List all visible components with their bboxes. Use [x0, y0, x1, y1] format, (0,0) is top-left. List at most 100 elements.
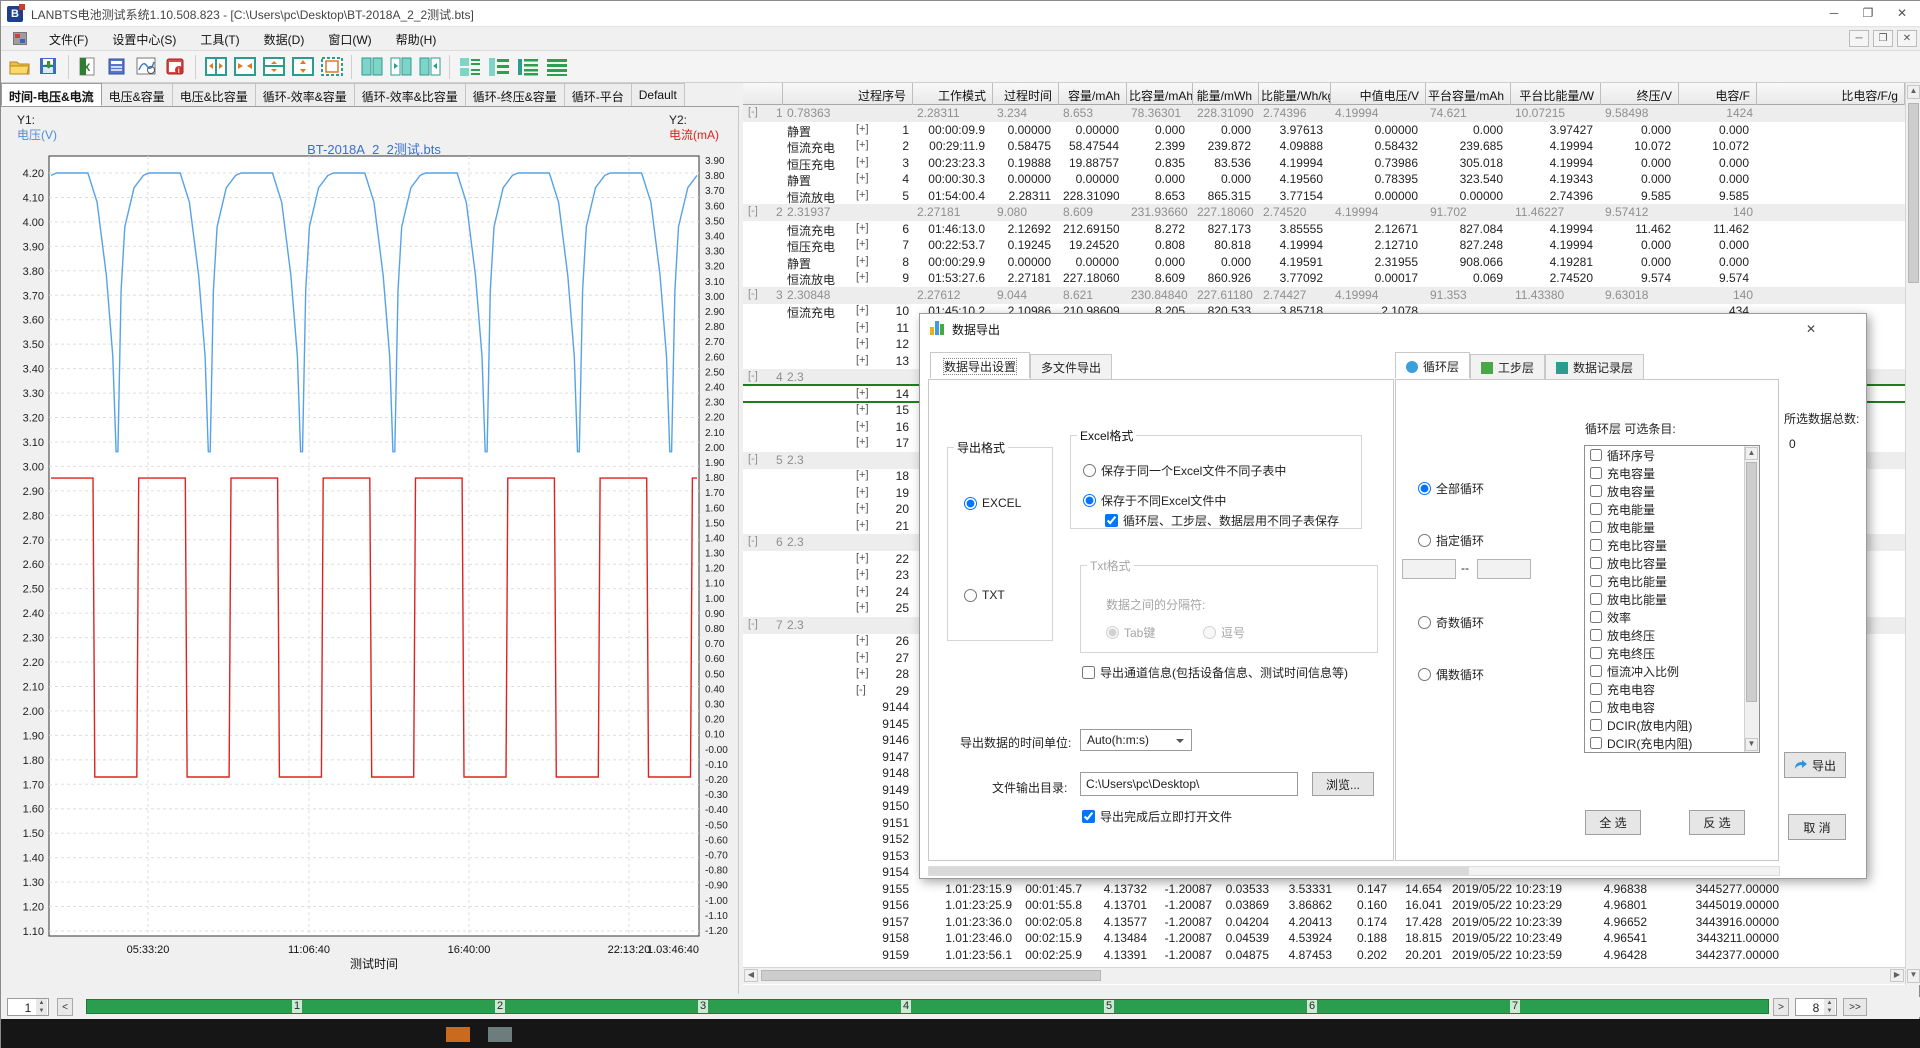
- v-scroll-thumb[interactable]: [1908, 103, 1919, 283]
- list-item-恒流冲入比例[interactable]: 恒流冲入比例: [1585, 662, 1759, 680]
- column-header-7[interactable]: 比能量/Wh/kg: [1259, 83, 1331, 105]
- time-unit-select[interactable]: Auto(h:m:s): [1080, 729, 1192, 751]
- column-header-10[interactable]: 平台比能量/W: [1511, 83, 1601, 105]
- item-checkbox[interactable]: [1590, 629, 1602, 641]
- table-row-5[interactable]: [+]5恒流放电01:54:00.42.28311228.310908.6538…: [743, 188, 1905, 205]
- taskbar-app-icon-2[interactable]: [488, 1027, 512, 1042]
- column-header-3[interactable]: 过程时间: [993, 83, 1059, 105]
- cycle-items-list[interactable]: 循环序号充电容量放电容量充电能量放电能量充电比容量放电比容量充电比能量放电比能量…: [1584, 445, 1760, 753]
- output-dir-input[interactable]: C:\Users\pc\Desktop\: [1080, 772, 1298, 796]
- collapse-icon[interactable]: [-]: [748, 205, 758, 217]
- chart-plot[interactable]: 4.204.104.003.903.803.703.603.503.403.30…: [1, 83, 739, 953]
- column-header-4[interactable]: 容量/mAh: [1059, 83, 1127, 105]
- radio-comma[interactable]: 逗号: [1203, 624, 1245, 641]
- cycle-range-start-input[interactable]: [1402, 559, 1456, 579]
- table-vertical-scrollbar[interactable]: ▲ ▼: [1905, 83, 1920, 985]
- list-item-放电容量[interactable]: 放电容量: [1585, 482, 1759, 500]
- maximize-button[interactable]: ❐: [1851, 1, 1885, 26]
- excel-export-icon[interactable]: X: [75, 54, 102, 80]
- expand-view-icon[interactable]: [289, 54, 316, 80]
- item-checkbox[interactable]: [1590, 449, 1602, 461]
- list-item-充电容量[interactable]: 充电容量: [1585, 464, 1759, 482]
- column-header-11[interactable]: 终压/V: [1601, 83, 1679, 105]
- radio-tab-key[interactable]: Tab键: [1106, 624, 1155, 641]
- table-row-9[interactable]: [+]9恒流放电01:53:27.62.27181227.180608.6098…: [743, 270, 1905, 287]
- column-header-13[interactable]: 比电容/F/g: [1757, 83, 1905, 105]
- page-last-button[interactable]: >>: [1843, 998, 1867, 1016]
- table-row-9156[interactable]: 91561.01:23:25.900:01:55.84.13701-1.2008…: [743, 897, 1905, 914]
- item-checkbox[interactable]: [1590, 539, 1602, 551]
- table-row-7[interactable]: [+]7恒压充电00:22:53.70.1924519.245200.80880…: [743, 237, 1905, 254]
- radio-different-excel-file[interactable]: 保存于不同Excel文件中: [1083, 492, 1226, 509]
- table-row-9157[interactable]: 91571.01:23:36.000:02:05.84.13577-1.2008…: [743, 914, 1905, 931]
- table-row-8[interactable]: [+]8静置00:00:29.90.000000.000000.0000.000…: [743, 254, 1905, 271]
- tab-cycle-layer[interactable]: 循环层: [1395, 352, 1470, 378]
- column-header-12[interactable]: 电容/F: [1679, 83, 1757, 105]
- collapse-icon[interactable]: [-]: [748, 618, 758, 630]
- checkbox-channel-info[interactable]: 导出通道信息(包括设备信息、测试时间信息等): [1082, 664, 1348, 681]
- scroll-left-icon[interactable]: ◀: [744, 969, 758, 982]
- column-header-0[interactable]: [743, 83, 783, 105]
- list-scroll-down-icon[interactable]: ▼: [1745, 738, 1758, 751]
- save-file-icon[interactable]: [35, 54, 62, 80]
- column-header-9[interactable]: 平台容量/mAh: [1426, 83, 1511, 105]
- table-row-6[interactable]: [+]6恒流充电01:46:13.02.12692212.691508.2728…: [743, 221, 1905, 238]
- item-checkbox[interactable]: [1590, 611, 1602, 623]
- item-checkbox[interactable]: [1590, 485, 1602, 497]
- layout-list-3-icon[interactable]: [514, 54, 541, 80]
- table-header[interactable]: 过程序号工作模式过程时间容量/mAh比容量/mAh/g能量/mWh比能量/Wh/…: [743, 83, 1905, 105]
- tab-step-layer[interactable]: 工步层: [1470, 354, 1545, 380]
- layout-list-2-icon[interactable]: [485, 54, 512, 80]
- pager-number-1[interactable]: 1: [292, 1000, 302, 1013]
- mdi-minimize-button[interactable]: ─: [1849, 30, 1869, 47]
- layout-list-4-icon[interactable]: [543, 54, 570, 80]
- pager-number-4[interactable]: 4: [901, 1000, 911, 1013]
- list-item-效率[interactable]: 效率: [1585, 608, 1759, 626]
- open-file-icon[interactable]: [6, 54, 33, 80]
- pager-progress-bar[interactable]: 1234567: [86, 999, 1769, 1014]
- invert-selection-button[interactable]: 反 选: [1689, 810, 1745, 835]
- mdi-restore-button[interactable]: ❐: [1873, 30, 1893, 47]
- item-checkbox[interactable]: [1590, 647, 1602, 659]
- pager-number-6[interactable]: 6: [1307, 1000, 1317, 1013]
- item-checkbox[interactable]: [1590, 737, 1602, 749]
- table-row-2[interactable]: [+]2恒流充电00:29:11.90.5847558.475442.39923…: [743, 138, 1905, 155]
- page-prev-button[interactable]: <: [57, 998, 73, 1016]
- cancel-button[interactable]: 取 消: [1788, 814, 1846, 840]
- split-horizontal-icon[interactable]: [202, 54, 229, 80]
- radio-all-cycles[interactable]: 全部循环: [1418, 480, 1484, 497]
- table-row-3[interactable]: [-]32.308482.276129.0448.621230.84840227…: [743, 287, 1905, 304]
- checkbox-open-after-export[interactable]: 导出完成后立即打开文件: [1082, 808, 1232, 825]
- mdi-close-button[interactable]: ✕: [1897, 30, 1917, 47]
- radio-specified-cycles[interactable]: 指定循环: [1418, 532, 1484, 549]
- collapse-icon[interactable]: [-]: [748, 535, 758, 547]
- column-header-8[interactable]: 中值电压/V: [1331, 83, 1426, 105]
- pager-number-7[interactable]: 7: [1510, 1000, 1520, 1013]
- column-header-1[interactable]: 过程序号: [783, 83, 913, 105]
- collapse-icon[interactable]: [-]: [748, 453, 758, 465]
- page-next-button[interactable]: >: [1773, 998, 1789, 1016]
- scroll-up-icon[interactable]: ▲: [1907, 85, 1920, 99]
- table-row-9159[interactable]: 91591.01:23:56.100:02:25.94.13391-1.2008…: [743, 947, 1905, 964]
- list-item-DCIR(充电内阻)[interactable]: DCIR(充电内阻): [1585, 734, 1759, 752]
- checkbox-separate-sheets[interactable]: 循环层、工步层、数据层用不同子表保存: [1105, 512, 1339, 529]
- tab-multifile-export[interactable]: 多文件导出: [1030, 354, 1112, 380]
- menu-item-2[interactable]: 工具(T): [188, 27, 251, 51]
- page-spinner-left[interactable]: 1▲▼: [7, 998, 49, 1016]
- table-row-9158[interactable]: 91581.01:23:46.000:02:15.94.13484-1.2008…: [743, 930, 1905, 947]
- export-button[interactable]: 导出: [1784, 752, 1846, 778]
- dialog-scrollbar[interactable]: [928, 866, 1780, 876]
- h-scroll-thumb[interactable]: [761, 970, 1101, 981]
- list-item-DCIR(放电内阻)[interactable]: DCIR(放电内阻): [1585, 716, 1759, 734]
- collapse-icon[interactable]: [-]: [748, 288, 758, 300]
- pager-number-2[interactable]: 2: [495, 1000, 505, 1013]
- table-row-3[interactable]: [+]3恒压充电00:23:23.30.1988819.887570.83583…: [743, 155, 1905, 172]
- taskbar-app-icon[interactable]: [446, 1027, 470, 1042]
- item-checkbox[interactable]: [1590, 701, 1602, 713]
- list-item-充电比能量[interactable]: 充电比能量: [1585, 572, 1759, 590]
- list-item-放电终压[interactable]: 放电终压: [1585, 626, 1759, 644]
- list-scrollbar[interactable]: ▲ ▼: [1744, 446, 1759, 752]
- item-checkbox[interactable]: [1590, 467, 1602, 479]
- item-checkbox[interactable]: [1590, 521, 1602, 533]
- page-spinner-right[interactable]: 8▲▼: [1795, 998, 1837, 1016]
